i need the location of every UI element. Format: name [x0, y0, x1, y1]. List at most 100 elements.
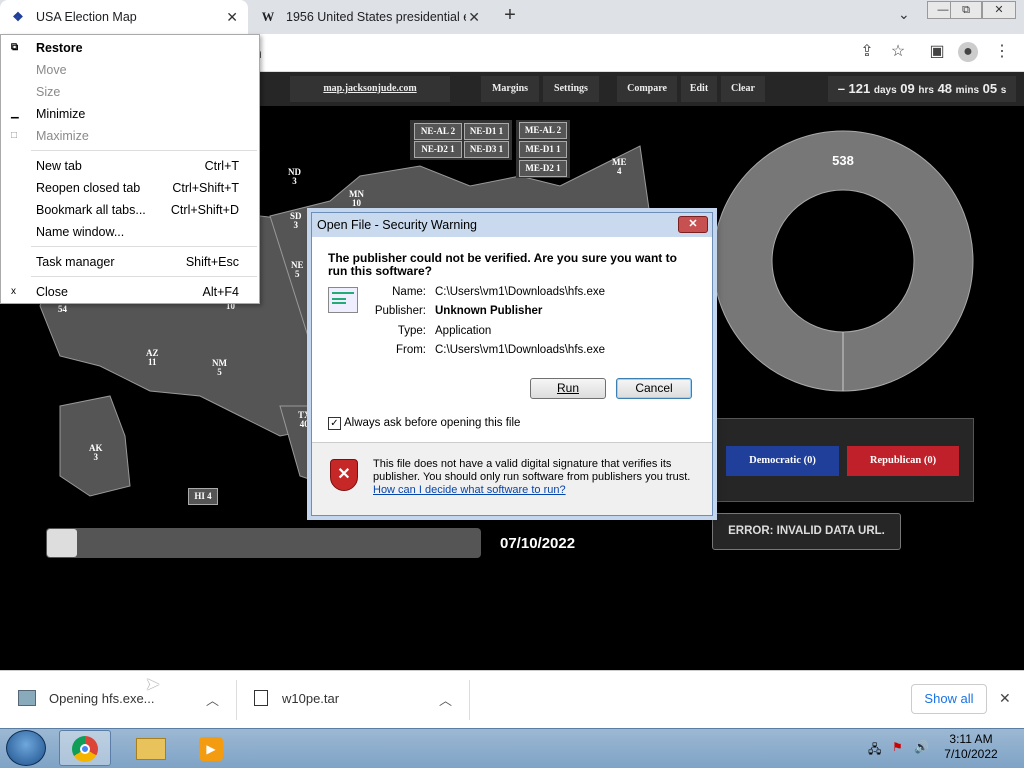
dialog-close-button[interactable]: ✕	[678, 216, 708, 233]
chevron-up-icon[interactable]: ︿	[439, 690, 452, 709]
download-separator	[469, 680, 470, 720]
donut-total-label: 538	[832, 153, 854, 168]
clear-button[interactable]: Clear	[721, 76, 765, 102]
restore-window-button[interactable]: ⧉	[950, 1, 982, 19]
settings-button[interactable]: Settings	[543, 76, 599, 102]
chevron-up-icon[interactable]: ︿	[206, 690, 219, 709]
margins-button[interactable]: Margins	[481, 76, 539, 102]
menu-item-close[interactable]: x Close Alt+F4	[1, 281, 259, 303]
more-menu-icon[interactable]: ⋮	[992, 42, 1012, 62]
download-item-hfs[interactable]: Opening hfs.exe...	[49, 670, 155, 728]
tab-close-icon[interactable]: ✕	[468, 9, 480, 26]
close-download-bar-icon[interactable]: ✕	[999, 690, 1011, 707]
mouse-cursor-icon: ➤	[145, 674, 161, 694]
menu-item-new-tab[interactable]: New tab Ctrl+T	[1, 155, 259, 177]
me-d2-box[interactable]: ME-D2 1	[519, 160, 567, 177]
state-label-tx[interactable]: TX 40	[298, 411, 311, 429]
state-label-az[interactable]: AZ 11	[146, 349, 159, 367]
bookmark-star-icon[interactable]: ☆	[888, 42, 908, 62]
shield-warning-icon: ✕	[330, 459, 358, 491]
menu-item-reopen-closed-tab[interactable]: Reopen closed tab Ctrl+Shift+T	[1, 177, 259, 199]
archive-icon	[254, 690, 268, 706]
side-panel-icon[interactable]: ▣	[927, 42, 947, 62]
name-value: C:\Users\vm1\Downloads\hfs.exe	[435, 286, 606, 298]
from-label: From:	[395, 344, 426, 356]
democratic-button[interactable]: Democratic (0)	[726, 446, 839, 476]
ne-al-box[interactable]: NE-AL 2	[414, 123, 462, 140]
ne-d3-box[interactable]: NE-D3 1	[464, 141, 509, 158]
volume-icon[interactable]: 🔊	[914, 740, 929, 754]
menu-item-name-window[interactable]: Name window...	[1, 221, 259, 243]
installer-icon	[18, 690, 36, 706]
state-label-nm[interactable]: NM 5	[212, 359, 227, 377]
menu-item-restore[interactable]: ⧉ Restore	[1, 37, 259, 59]
menu-item-bookmark-all-tabs[interactable]: Bookmark all tabs... Ctrl+Shift+D	[1, 199, 259, 221]
always-ask-checkbox[interactable]: ✓	[328, 417, 341, 430]
date-slider-thumb[interactable]	[47, 529, 77, 557]
state-label-me[interactable]: ME 4	[612, 158, 627, 176]
tab-election-map[interactable]: ❖ USA Election Map ✕	[0, 0, 248, 34]
chrome-taskbar-button[interactable]	[59, 730, 111, 766]
always-ask-label[interactable]: Always ask before opening this file	[344, 417, 520, 429]
help-link[interactable]: How can I decide what software to run?	[373, 484, 566, 496]
type-value: Application	[435, 325, 492, 337]
start-button[interactable]	[6, 730, 46, 766]
state-label-ak[interactable]: AK 3	[89, 444, 103, 462]
tab-search-icon[interactable]: ⌄	[898, 6, 910, 23]
state-label-hi[interactable]: HI 4	[188, 488, 218, 505]
dialog-question: The publisher could not be verified. Are…	[328, 251, 677, 278]
name-label: Name:	[392, 286, 426, 298]
dialog-title: Open File - Security Warning	[312, 213, 712, 237]
minimize-icon: ▁	[11, 108, 19, 119]
menu-separator	[31, 246, 257, 247]
close-window-button[interactable]: ✕	[982, 1, 1016, 19]
new-tab-icon[interactable]: +	[498, 4, 522, 27]
action-center-icon[interactable]: ⚑	[892, 740, 903, 754]
state-label-ca[interactable]: 54	[58, 305, 67, 314]
me-al-box[interactable]: ME-AL 2	[519, 122, 567, 139]
home-link[interactable]: map.jacksonjude.com	[290, 76, 450, 102]
media-player-taskbar-button[interactable]: ▶	[185, 730, 237, 766]
download-separator	[236, 680, 237, 720]
publisher-label: Publisher:	[374, 305, 426, 317]
state-label-sd[interactable]: SD 3	[290, 212, 302, 230]
tab-title: 1956 United States presidential e	[286, 10, 466, 24]
state-label-mn[interactable]: MN 10	[349, 190, 364, 208]
election-map-icon: ❖	[12, 10, 24, 24]
menu-item-minimize[interactable]: ▁ Minimize	[1, 103, 259, 125]
me-d1-box[interactable]: ME-D1 1	[519, 141, 567, 158]
edit-button[interactable]: Edit	[681, 76, 717, 102]
publisher-value: Unknown Publisher	[435, 305, 543, 317]
profile-avatar-icon[interactable]: ●	[958, 42, 978, 62]
maximize-icon: □	[11, 130, 18, 141]
date-slider[interactable]	[46, 528, 481, 558]
menu-item-task-manager[interactable]: Task manager Shift+Esc	[1, 251, 259, 273]
tab-close-icon[interactable]: ✕	[226, 9, 238, 26]
ne-d1-box[interactable]: NE-D1 1	[464, 123, 509, 140]
date-label: 07/10/2022	[500, 535, 576, 552]
electoral-donut-chart	[712, 130, 974, 392]
from-value: C:\Users\vm1\Downloads\hfs.exe	[435, 344, 606, 356]
show-all-button[interactable]: Show all	[911, 684, 987, 714]
download-item-w10pe[interactable]: w10pe.tar	[282, 670, 339, 728]
compare-button[interactable]: Compare	[617, 76, 677, 102]
republican-button[interactable]: Republican (0)	[847, 446, 959, 476]
tab-wikipedia[interactable]: W 1956 United States presidential e ✕	[250, 0, 490, 34]
menu-item-maximize: □ Maximize	[1, 125, 259, 147]
taskbar-clock[interactable]: 3:11 AM 7/10/2022	[936, 732, 1006, 762]
address-bar[interactable]: m	[250, 41, 810, 65]
run-button[interactable]: Run	[530, 378, 606, 399]
error-message: ERROR: INVALID DATA URL.	[712, 513, 901, 550]
network-icon[interactable]: 🖧	[868, 740, 881, 761]
explorer-taskbar-button[interactable]	[125, 730, 177, 766]
state-label-ne[interactable]: NE 5	[291, 261, 304, 279]
chrome-icon	[72, 736, 98, 762]
media-player-icon: ▶	[199, 737, 223, 761]
state-label-nd[interactable]: ND 3	[288, 168, 301, 186]
tab-title: USA Election Map	[36, 10, 137, 24]
cancel-button[interactable]: Cancel	[616, 378, 692, 399]
menu-item-move: Move	[36, 63, 67, 77]
share-icon[interactable]: ⇪	[857, 42, 877, 62]
close-icon: x	[11, 286, 16, 297]
ne-d2-box[interactable]: NE-D2 1	[414, 141, 462, 158]
